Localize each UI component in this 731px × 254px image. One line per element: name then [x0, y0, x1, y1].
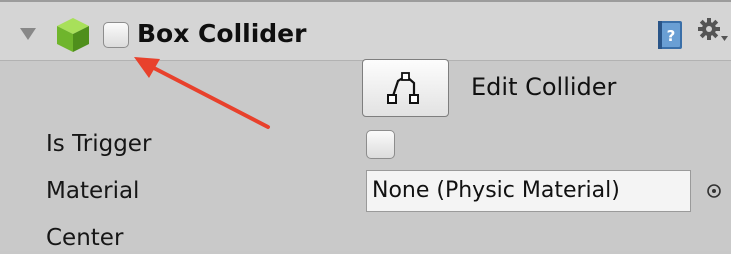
component-enabled-checkbox[interactable] [103, 22, 129, 48]
component-header[interactable]: Box Collider ? [0, 2, 731, 61]
edit-collider-label: Edit Collider [471, 73, 617, 101]
help-book-icon[interactable]: ? [656, 20, 686, 50]
is-trigger-label: Is Trigger [46, 131, 152, 157]
gear-icon[interactable] [697, 16, 729, 48]
material-label: Material [46, 178, 140, 204]
edit-collider-icon [387, 72, 419, 104]
is-trigger-checkbox[interactable] [366, 130, 395, 159]
edit-collider-button[interactable] [362, 59, 449, 117]
svg-text:?: ? [667, 27, 676, 45]
component-title: Box Collider [137, 19, 307, 48]
foldout-arrow-icon[interactable] [20, 28, 36, 40]
material-object-field[interactable]: None (Physic Material) [366, 170, 691, 212]
cube-icon [57, 18, 89, 52]
center-label: Center [46, 225, 124, 251]
object-picker-icon[interactable] [706, 183, 722, 199]
inspector-panel: Box Collider ? Edit Collider Is Trigger … [0, 0, 731, 251]
